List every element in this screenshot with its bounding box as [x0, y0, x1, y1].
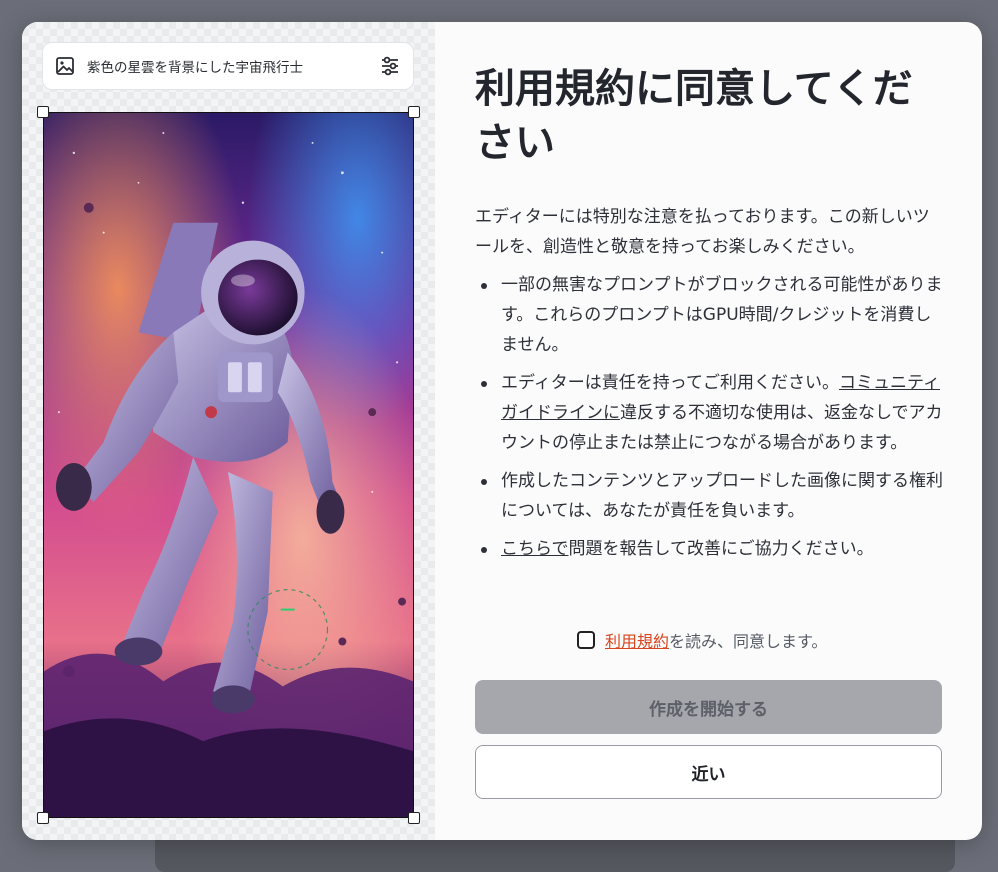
report-issue-link[interactable]: こちらで [501, 539, 569, 559]
bullet-text: 一部の無害なプロンプトがブロックされる可能性があります。これらのプロンプトはGP… [501, 275, 943, 355]
bullet-text: 作成したコンテンツとアップロードした画像に関する権利については、あなたが責任を負… [501, 471, 943, 521]
list-item: こちらで問題を報告して改善にご協力ください。 [475, 534, 945, 564]
terms-intro: エディターには特別な注意を払っております。この新しいツールを、創造性と敬意を持っ… [475, 207, 930, 257]
list-item: 作成したコンテンツとアップロードした画像に関する権利については、あなたが責任を負… [475, 466, 945, 526]
bullet-dot [481, 381, 487, 387]
list-item: エディターは責任を持ってご利用ください。コミュニティガイドラインに違反する不適切… [475, 368, 945, 458]
resize-handle-bottom-right[interactable] [408, 812, 420, 824]
close-button[interactable]: 近い [475, 745, 942, 799]
list-item: 一部の無害なプロンプトがブロックされる可能性があります。これらのプロンプトはGP… [475, 270, 945, 360]
bullet-dot [481, 283, 487, 289]
generated-image [43, 112, 414, 818]
terms-modal: 紫色の星雲を背景にした宇宙飛行士 利用規約に同意してください エディターには特別… [22, 22, 982, 840]
terms-of-use-link[interactable]: 利用規約 [605, 628, 669, 652]
start-creating-button[interactable]: 作成を開始する [475, 680, 942, 734]
resize-handle-top-left[interactable] [37, 106, 49, 118]
terms-title: 利用規約に同意してください [475, 66, 913, 166]
agree-checkbox[interactable] [577, 631, 595, 649]
agree-text: を読み、同意します。 [669, 632, 828, 651]
terms-list: 一部の無害なプロンプトがブロックされる可能性があります。これらのプロンプトはGP… [475, 270, 945, 572]
sliders-icon[interactable] [379, 55, 401, 77]
bullet-text: 問題を報告して改善にご協力ください。 [568, 539, 874, 559]
agree-row: 利用規約 を読み、同意します。 [577, 628, 827, 652]
resize-handle-bottom-left[interactable] [37, 812, 49, 824]
prompt-bar[interactable]: 紫色の星雲を背景にした宇宙飛行士 [42, 42, 414, 90]
bullet-text: エディターは責任を持ってご利用ください。 [501, 373, 839, 393]
prompt-text: 紫色の星雲を背景にした宇宙飛行士 [87, 60, 303, 76]
image-icon [56, 57, 74, 75]
bullet-dot [481, 479, 487, 485]
resize-handle-top-right[interactable] [408, 106, 420, 118]
image-preview-panel: 紫色の星雲を背景にした宇宙飛行士 [22, 22, 435, 840]
bullet-dot [481, 547, 487, 553]
terms-panel: 利用規約に同意してください エディターには特別な注意を払っております。この新しい… [475, 22, 945, 840]
